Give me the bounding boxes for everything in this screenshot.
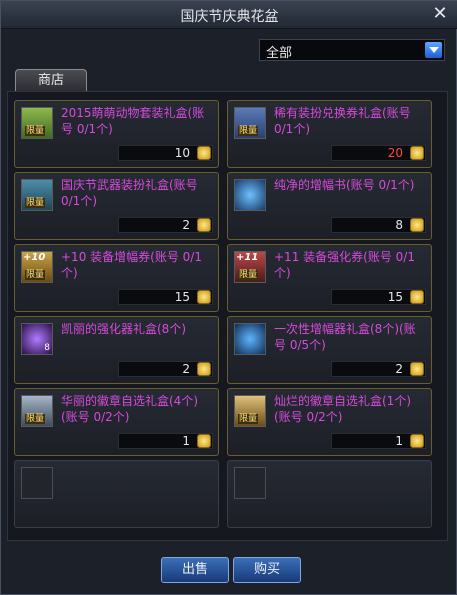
coin-icon <box>410 218 424 232</box>
close-icon[interactable]: ✕ <box>430 4 450 24</box>
category-filter-select[interactable]: 全部 <box>259 39 445 61</box>
shop-item[interactable]: 8 凯丽的强化器礼盒(8个) 2 <box>14 316 219 384</box>
amplify-ticket-icon: +10 限量 <box>21 251 53 283</box>
amplifier-box-icon <box>234 323 266 355</box>
item-name: 一次性增幅器礼盒(8个)(账号 0/5个) <box>274 322 416 352</box>
amplify-book-icon <box>234 179 266 211</box>
kiri-enhancer-box-icon: 8 <box>21 323 53 355</box>
title-bar: 国庆节庆典花盆 ✕ <box>1 1 457 29</box>
item-price: 2 <box>395 362 403 376</box>
coin-icon <box>197 290 211 304</box>
item-name: +10 装备增幅券(账号 0/1个) <box>61 250 202 280</box>
item-price: 1 <box>395 434 403 448</box>
limited-badge: 限量 <box>238 414 259 424</box>
empty-slot-frame <box>21 467 53 499</box>
animal-outfit-box-icon: 限量 <box>21 107 53 139</box>
shop-item[interactable]: 限量 稀有装扮兑换券礼盒(账号 0/1个) 20 <box>227 100 432 168</box>
coin-icon <box>410 362 424 376</box>
price-box: 2 <box>331 361 426 377</box>
price-box: 10 <box>118 145 213 161</box>
item-grid: 限量 2015萌萌动物套装礼盒(账号 0/1个) 10 限量 稀有装扮兑换券礼盒… <box>7 91 448 541</box>
tab-shop[interactable]: 商店 <box>15 69 87 92</box>
item-name: 国庆节武器装扮礼盒(账号 0/1个) <box>61 178 198 208</box>
plus-level-label: +10 <box>23 252 46 263</box>
plus-level-label: +11 <box>236 252 259 263</box>
item-price: 15 <box>387 290 403 304</box>
item-name: 凯丽的强化器礼盒(8个) <box>61 322 186 336</box>
item-price: 2 <box>182 218 190 232</box>
item-name: +11 装备强化券(账号 0/1个) <box>274 250 415 280</box>
shop-item[interactable]: 限量 2015萌萌动物套装礼盒(账号 0/1个) 10 <box>14 100 219 168</box>
shop-window: 国庆节庆典花盆 ✕ 全部 商店 限量 2015萌萌动物套装礼盒(账号 0/1个)… <box>0 0 457 595</box>
emblem-box-icon: 限量 <box>21 395 53 427</box>
price-box: 20 <box>331 145 426 161</box>
chevron-down-icon[interactable] <box>425 42 442 58</box>
item-name: 2015萌萌动物套装礼盒(账号 0/1个) <box>61 106 205 136</box>
empty-slot <box>14 460 219 528</box>
buy-button[interactable]: 购买 <box>233 557 301 583</box>
rare-costume-ticket-icon: 限量 <box>234 107 266 139</box>
item-price: 15 <box>174 290 190 304</box>
item-name: 灿烂的徽章自选礼盒(1个)(账号 0/2个) <box>274 394 411 424</box>
shop-item[interactable]: 限量 国庆节武器装扮礼盒(账号 0/1个) 2 <box>14 172 219 240</box>
item-price: 1 <box>182 434 190 448</box>
item-price: 10 <box>174 146 190 160</box>
item-count: 8 <box>44 343 50 353</box>
window-title: 国庆节庆典花盆 <box>180 9 279 25</box>
shop-item[interactable]: +11 限量 +11 装备强化券(账号 0/1个) 15 <box>227 244 432 312</box>
coin-icon <box>197 434 211 448</box>
limited-badge: 限量 <box>25 414 46 424</box>
shop-item[interactable]: 限量 灿烂的徽章自选礼盒(1个)(账号 0/2个) 1 <box>227 388 432 456</box>
price-box: 15 <box>331 289 426 305</box>
item-name: 稀有装扮兑换券礼盒(账号 0/1个) <box>274 106 411 136</box>
shop-item[interactable]: 一次性增幅器礼盒(8个)(账号 0/5个) 2 <box>227 316 432 384</box>
price-box: 1 <box>118 433 213 449</box>
enhance-ticket-icon: +11 限量 <box>234 251 266 283</box>
item-price: 20 <box>387 146 403 160</box>
item-price: 8 <box>395 218 403 232</box>
empty-slot-frame <box>234 467 266 499</box>
price-box: 15 <box>118 289 213 305</box>
limited-badge: 限量 <box>238 126 259 136</box>
limited-badge: 限量 <box>25 270 46 280</box>
price-box: 1 <box>331 433 426 449</box>
shop-item[interactable]: 纯净的增幅书(账号 0/1个) 8 <box>227 172 432 240</box>
item-name: 纯净的增幅书(账号 0/1个) <box>274 178 415 192</box>
weapon-costume-box-icon: 限量 <box>21 179 53 211</box>
limited-badge: 限量 <box>238 270 259 280</box>
item-name: 华丽的徽章自选礼盒(4个)(账号 0/2个) <box>61 394 198 424</box>
coin-icon <box>197 146 211 160</box>
shop-item[interactable]: 限量 华丽的徽章自选礼盒(4个)(账号 0/2个) 1 <box>14 388 219 456</box>
sell-button[interactable]: 出售 <box>161 557 229 583</box>
limited-badge: 限量 <box>25 126 46 136</box>
coin-icon <box>410 146 424 160</box>
empty-slot <box>227 460 432 528</box>
price-box: 2 <box>118 217 213 233</box>
item-price: 2 <box>182 362 190 376</box>
coin-icon <box>197 218 211 232</box>
coin-icon <box>197 362 211 376</box>
shop-item[interactable]: +10 限量 +10 装备增幅券(账号 0/1个) 15 <box>14 244 219 312</box>
coin-icon <box>410 290 424 304</box>
limited-badge: 限量 <box>25 198 46 208</box>
coin-icon <box>410 434 424 448</box>
price-box: 2 <box>118 361 213 377</box>
brilliant-emblem-box-icon: 限量 <box>234 395 266 427</box>
price-box: 8 <box>331 217 426 233</box>
filter-value: 全部 <box>266 46 293 61</box>
